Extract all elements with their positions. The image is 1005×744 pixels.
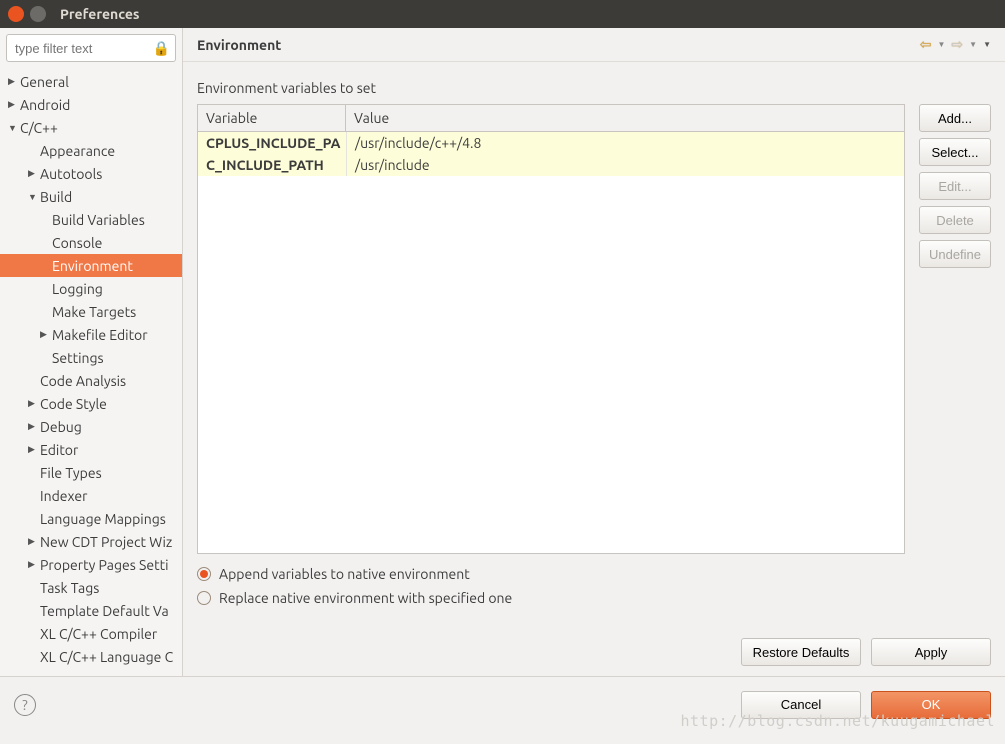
- tree-item-xl-compiler[interactable]: XL C/C++ Compiler: [0, 622, 182, 645]
- tree-item-ccpp[interactable]: ▼C/C++: [0, 116, 182, 139]
- add-button[interactable]: Add...: [919, 104, 991, 132]
- radio-replace[interactable]: Replace native environment with specifie…: [197, 590, 905, 606]
- tree-item-indexer[interactable]: Indexer: [0, 484, 182, 507]
- lock-icon: 🔒: [153, 40, 170, 57]
- radio-append[interactable]: Append variables to native environment: [197, 566, 905, 582]
- chevron-down-icon: ▼: [28, 192, 38, 202]
- tree-item-file-types[interactable]: File Types: [0, 461, 182, 484]
- radio-label: Replace native environment with specifie…: [219, 590, 512, 606]
- filter-input[interactable]: [6, 34, 176, 62]
- table-row[interactable]: C_INCLUDE_PATH /usr/include: [198, 154, 904, 176]
- tree-item-android[interactable]: ▶Android: [0, 93, 182, 116]
- close-icon[interactable]: [8, 6, 24, 22]
- chevron-right-icon: ▶: [8, 76, 18, 87]
- chevron-down-icon: ▼: [8, 123, 18, 133]
- cell-variable: CPLUS_INCLUDE_PA: [198, 132, 346, 154]
- chevron-right-icon: ▶: [28, 398, 38, 409]
- tree-item-property-pages[interactable]: ▶Property Pages Setti: [0, 553, 182, 576]
- delete-button[interactable]: Delete: [919, 206, 991, 234]
- tree-item-new-cdt[interactable]: ▶New CDT Project Wiz: [0, 530, 182, 553]
- edit-button[interactable]: Edit...: [919, 172, 991, 200]
- cancel-button[interactable]: Cancel: [741, 691, 861, 719]
- undefine-button[interactable]: Undefine: [919, 240, 991, 268]
- chevron-right-icon: ▶: [28, 168, 38, 179]
- tree-item-console[interactable]: Console: [0, 231, 182, 254]
- cell-value: /usr/include: [346, 154, 904, 176]
- tree-item-autotools[interactable]: ▶Autotools: [0, 162, 182, 185]
- chevron-right-icon: ▶: [40, 329, 50, 340]
- chevron-right-icon: ▶: [28, 536, 38, 547]
- sidebar: 🔒 ▶General ▶Android ▼C/C++ Appearance ▶A…: [0, 28, 183, 676]
- tree-item-template-default[interactable]: Template Default Va: [0, 599, 182, 622]
- restore-defaults-button[interactable]: Restore Defaults: [741, 638, 861, 666]
- tree-item-build-variables[interactable]: Build Variables: [0, 208, 182, 231]
- tree-item-build[interactable]: ▼Build: [0, 185, 182, 208]
- chevron-right-icon: ▶: [28, 444, 38, 455]
- ok-button[interactable]: OK: [871, 691, 991, 719]
- environment-table[interactable]: Variable Value CPLUS_INCLUDE_PA /usr/inc…: [197, 104, 905, 554]
- tree-item-appearance[interactable]: Appearance: [0, 139, 182, 162]
- minimize-icon[interactable]: [30, 6, 46, 22]
- forward-icon[interactable]: ⇨: [951, 36, 963, 53]
- apply-button[interactable]: Apply: [871, 638, 991, 666]
- section-label: Environment variables to set: [197, 80, 991, 96]
- tree-item-make-targets[interactable]: Make Targets: [0, 300, 182, 323]
- back-dropdown-icon[interactable]: ▼: [938, 40, 946, 49]
- forward-dropdown-icon[interactable]: ▼: [969, 40, 977, 49]
- tree-item-logging[interactable]: Logging: [0, 277, 182, 300]
- page-title: Environment: [197, 37, 920, 53]
- window-title: Preferences: [60, 6, 140, 22]
- tree-item-environment[interactable]: Environment: [0, 254, 182, 277]
- tree-item-code-style[interactable]: ▶Code Style: [0, 392, 182, 415]
- help-icon[interactable]: ?: [14, 694, 36, 716]
- chevron-right-icon: ▶: [28, 559, 38, 570]
- column-header-variable[interactable]: Variable: [198, 105, 346, 131]
- tree-item-makefile-editor[interactable]: ▶Makefile Editor: [0, 323, 182, 346]
- tree-item-task-tags[interactable]: Task Tags: [0, 576, 182, 599]
- column-header-value[interactable]: Value: [346, 105, 904, 131]
- tree-item-general[interactable]: ▶General: [0, 70, 182, 93]
- chevron-right-icon: ▶: [8, 99, 18, 110]
- chevron-right-icon: ▶: [28, 421, 38, 432]
- titlebar: Preferences: [0, 0, 1005, 28]
- table-row[interactable]: CPLUS_INCLUDE_PA /usr/include/c++/4.8: [198, 132, 904, 154]
- menu-dropdown-icon[interactable]: ▼: [983, 40, 991, 49]
- cell-value: /usr/include/c++/4.8: [346, 132, 904, 154]
- tree-item-settings[interactable]: Settings: [0, 346, 182, 369]
- tree-item-xl-language[interactable]: XL C/C++ Language C: [0, 645, 182, 668]
- tree-item-editor[interactable]: ▶Editor: [0, 438, 182, 461]
- radio-icon: [197, 567, 211, 581]
- bottom-bar: ? Cancel OK: [0, 676, 1005, 732]
- main-panel: Environment ⇦ ▼ ⇨ ▼ ▼ Environment variab…: [183, 28, 1005, 676]
- tree-item-debug[interactable]: ▶Debug: [0, 415, 182, 438]
- cell-variable: C_INCLUDE_PATH: [198, 154, 346, 176]
- preferences-tree: ▶General ▶Android ▼C/C++ Appearance ▶Aut…: [0, 68, 182, 676]
- tree-item-lang-mappings[interactable]: Language Mappings: [0, 507, 182, 530]
- tree-item-code-analysis[interactable]: Code Analysis: [0, 369, 182, 392]
- radio-icon: [197, 591, 211, 605]
- select-button[interactable]: Select...: [919, 138, 991, 166]
- back-icon[interactable]: ⇦: [920, 36, 932, 53]
- radio-label: Append variables to native environment: [219, 566, 470, 582]
